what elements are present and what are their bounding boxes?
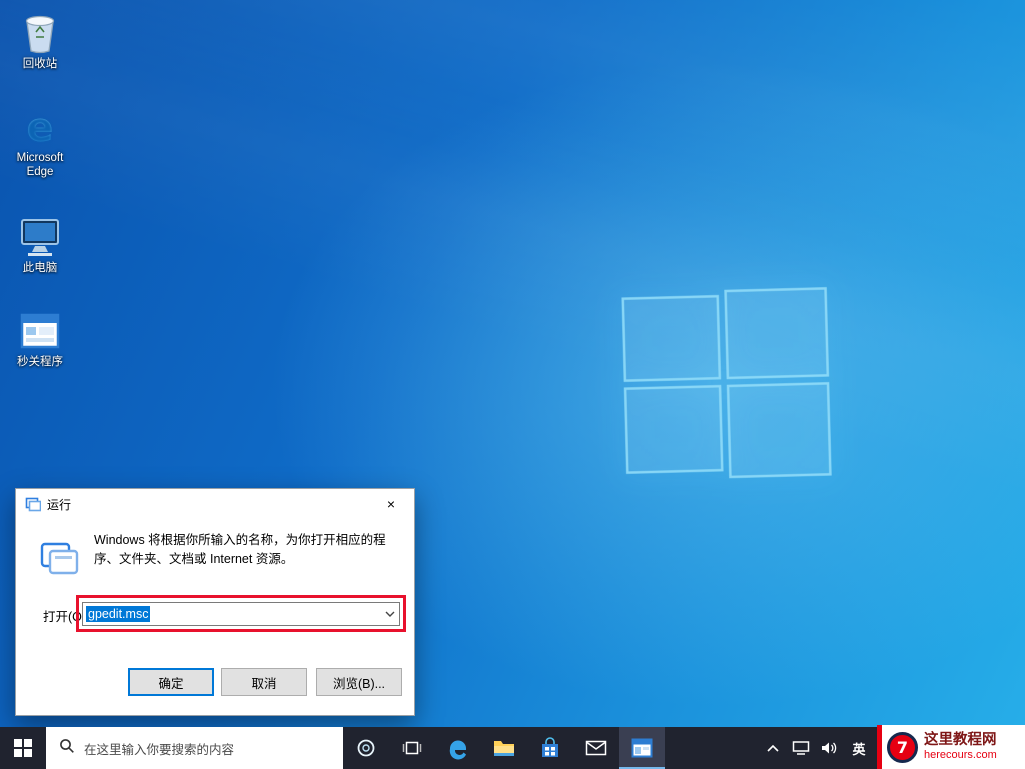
dialog-description: Windows 将根据你所输入的名称，为你打开相应的程序、文件夹、文档或 Int… — [94, 533, 386, 567]
run-titlebar-icon — [25, 496, 41, 512]
desktop-icon-recycle-bin[interactable]: 回收站 — [3, 8, 77, 71]
system-tray: 英 — [759, 727, 875, 769]
edge-icon — [449, 740, 466, 760]
chevron-up-icon — [767, 744, 779, 752]
ime-indicator[interactable]: 英 — [843, 727, 875, 769]
volume-button[interactable] — [815, 727, 843, 769]
run-dialog: 运行 × Windows 将根据你所输入的名称，为你打开相应的程序、文件夹、文档… — [15, 488, 415, 716]
cortana-button[interactable] — [343, 727, 389, 769]
cortana-icon — [357, 739, 375, 757]
run-dialog-icon — [40, 539, 80, 580]
network-button[interactable] — [787, 727, 815, 769]
light-beam — [0, 0, 1025, 358]
microsoft-store-button[interactable] — [527, 727, 573, 769]
taskbar: 在这里输入你要搜索的内容 英 — [0, 727, 1025, 769]
network-pc-icon — [792, 741, 810, 755]
ok-button[interactable]: 确定 — [128, 668, 214, 696]
annotation-highlight: gpedit.msc — [76, 595, 406, 632]
task-view-icon — [402, 741, 422, 755]
cancel-button[interactable]: 取消 — [221, 668, 307, 696]
active-app-button[interactable] — [619, 727, 665, 769]
search-icon — [59, 738, 75, 759]
app-window-icon — [3, 306, 77, 352]
watermark-url: herecours.com — [924, 749, 997, 762]
desktop-icon-program[interactable]: 秒关程序 — [3, 306, 77, 369]
taskbar-spacer — [665, 727, 759, 769]
desktop-icon-label: 回收站 — [22, 58, 58, 70]
close-icon[interactable]: × — [368, 489, 414, 519]
run-command-input[interactable]: gpedit.msc — [82, 601, 400, 626]
desktop-icon-label: Microsoft Edge — [16, 152, 64, 179]
edge-taskbar-button[interactable] — [435, 727, 481, 769]
desktop-icon-edge[interactable]: Microsoft Edge — [3, 102, 77, 180]
folder-icon — [494, 741, 514, 756]
dialog-title: 运行 — [47, 497, 72, 512]
store-icon — [542, 737, 558, 757]
tray-overflow-button[interactable] — [759, 727, 787, 769]
mail-button[interactable] — [573, 727, 619, 769]
desktop-icon-label: 此电脑 — [22, 262, 58, 274]
speaker-icon — [822, 742, 837, 754]
desktop-icon-label: 秒关程序 — [17, 356, 63, 368]
console-window-icon — [631, 738, 653, 758]
task-view-button[interactable] — [389, 727, 435, 769]
desktop-icon-this-pc[interactable]: 此电脑 — [3, 212, 77, 275]
taskbar-search[interactable]: 在这里输入你要搜索的内容 — [46, 727, 343, 769]
chevron-down-icon[interactable] — [380, 603, 399, 625]
file-explorer-button[interactable] — [481, 727, 527, 769]
recycle-bin-icon — [3, 8, 77, 54]
search-placeholder: 在这里输入你要搜索的内容 — [84, 742, 235, 757]
windows-wallpaper-logo — [621, 287, 832, 479]
watermark: 这里教程网 herecours.com — [877, 725, 1025, 769]
watermark-title: 这里教程网 — [924, 732, 997, 749]
edge-icon — [3, 102, 77, 148]
computer-icon — [3, 212, 77, 258]
mail-icon — [585, 740, 607, 756]
windows-logo-icon — [14, 739, 32, 757]
run-input-value: gpedit.msc — [86, 605, 151, 622]
browse-button[interactable]: 浏览(B)... — [316, 668, 402, 696]
watermark-logo-icon — [887, 731, 918, 763]
light-beam — [0, 0, 1025, 555]
start-button[interactable] — [0, 727, 46, 769]
dialog-titlebar: 运行 × — [16, 489, 414, 519]
